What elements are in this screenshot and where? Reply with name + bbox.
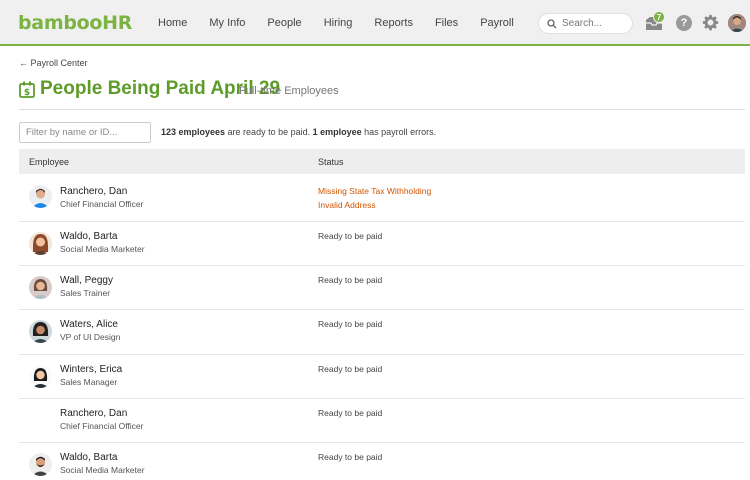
payroll-summary: 123 employees are ready to be paid. 1 em… bbox=[161, 127, 436, 137]
help-icon[interactable]: ? bbox=[676, 15, 692, 31]
header-divider bbox=[19, 109, 745, 110]
main-nav: Home My Info People Hiring Reports Files… bbox=[158, 0, 536, 46]
employee-avatar[interactable] bbox=[29, 453, 52, 476]
employee-job-title: Social Media Marketer bbox=[60, 465, 145, 475]
nav-item-hiring[interactable]: Hiring bbox=[324, 17, 353, 29]
search-icon bbox=[547, 18, 557, 28]
employee-name[interactable]: Waldo, Barta bbox=[60, 452, 117, 463]
table-header: Employee Status bbox=[19, 149, 745, 174]
nav-item-home[interactable]: Home bbox=[158, 17, 187, 29]
table-row[interactable]: Winters, Erica Sales Manager Ready to be p… bbox=[19, 355, 745, 399]
payroll-error-status[interactable]: Invalid Address bbox=[318, 200, 376, 210]
employee-name[interactable]: Ranchero, Dan bbox=[60, 408, 127, 419]
payday-calendar-icon: $ bbox=[19, 81, 35, 98]
ready-status: Ready to be paid bbox=[318, 408, 383, 418]
svg-text:$: $ bbox=[24, 88, 30, 98]
employee-avatar[interactable] bbox=[29, 232, 52, 255]
employee-avatar[interactable] bbox=[29, 320, 52, 343]
employee-avatar[interactable] bbox=[29, 276, 52, 299]
employee-job-title: Sales Trainer bbox=[60, 288, 111, 298]
employee-job-title: Chief Financial Officer bbox=[60, 199, 144, 209]
employee-name[interactable]: Wall, Peggy bbox=[60, 275, 113, 286]
logo-text: bambooHR bbox=[18, 12, 133, 34]
inbox-badge: 7 bbox=[653, 11, 665, 23]
search-input[interactable] bbox=[562, 18, 624, 29]
payroll-error-status[interactable]: Missing State Tax Withholding bbox=[318, 186, 431, 196]
table-row[interactable]: Ranchero, Dan Chief Financial Officer Miss… bbox=[19, 177, 745, 222]
bamboohr-logo[interactable]: bambooHR bbox=[18, 10, 132, 34]
employee-avatar[interactable] bbox=[29, 185, 52, 208]
column-header-status[interactable]: Status bbox=[318, 157, 344, 167]
column-header-employee[interactable]: Employee bbox=[29, 157, 69, 167]
ready-text: are ready to be paid. bbox=[225, 127, 313, 137]
nav-item-reports[interactable]: Reports bbox=[374, 17, 413, 29]
ready-status: Ready to be paid bbox=[318, 275, 383, 285]
user-avatar[interactable] bbox=[728, 14, 746, 32]
employee-name[interactable]: Winters, Erica bbox=[60, 364, 122, 375]
table-row[interactable]: Waldo, Barta Social Media Marketer Ready t… bbox=[19, 222, 745, 266]
ready-status: Ready to be paid bbox=[318, 364, 383, 374]
ready-status: Ready to be paid bbox=[318, 319, 383, 329]
nav-item-people[interactable]: People bbox=[267, 17, 301, 29]
top-nav-bar: bambooHR Home My Info People Hiring Repo… bbox=[0, 0, 750, 46]
nav-item-payroll[interactable]: Payroll bbox=[480, 17, 514, 29]
breadcrumb-payroll-center[interactable]: ← Payroll Center bbox=[19, 58, 88, 68]
employee-avatar[interactable] bbox=[29, 365, 52, 388]
error-text: has payroll errors. bbox=[361, 127, 437, 137]
nav-item-my-info[interactable]: My Info bbox=[209, 17, 245, 29]
table-row[interactable]: Waldo, Barta Social Media Marketer Ready t… bbox=[19, 443, 745, 480]
employee-job-title: Chief Financial Officer bbox=[60, 421, 144, 431]
gear-icon[interactable] bbox=[702, 14, 719, 31]
employee-job-title: Social Media Marketer bbox=[60, 244, 145, 254]
table-row[interactable]: Wall, Peggy Sales Trainer Ready to be paid bbox=[19, 266, 745, 310]
table-row[interactable]: Ranchero, Dan Chief Financial Officer Read… bbox=[19, 399, 745, 443]
ready-count: 123 employees bbox=[161, 127, 226, 137]
employee-job-title: VP of UI Design bbox=[60, 332, 121, 342]
table-row[interactable]: Waters, Alice VP of UI Design Ready to be … bbox=[19, 310, 745, 355]
employee-name[interactable]: Waters, Alice bbox=[60, 319, 118, 330]
employee-name[interactable]: Waldo, Barta bbox=[60, 231, 117, 242]
employee-name[interactable]: Ranchero, Dan bbox=[60, 186, 127, 197]
ready-status: Ready to be paid bbox=[318, 231, 383, 241]
search-box[interactable] bbox=[538, 13, 633, 34]
ready-status: Ready to be paid bbox=[318, 452, 383, 462]
filter-input[interactable] bbox=[19, 122, 151, 143]
employee-job-title: Sales Manager bbox=[60, 377, 118, 387]
page-subtitle: Full-time Employees bbox=[239, 85, 339, 97]
nav-item-files[interactable]: Files bbox=[435, 17, 458, 29]
error-count: 1 employee bbox=[312, 127, 362, 137]
